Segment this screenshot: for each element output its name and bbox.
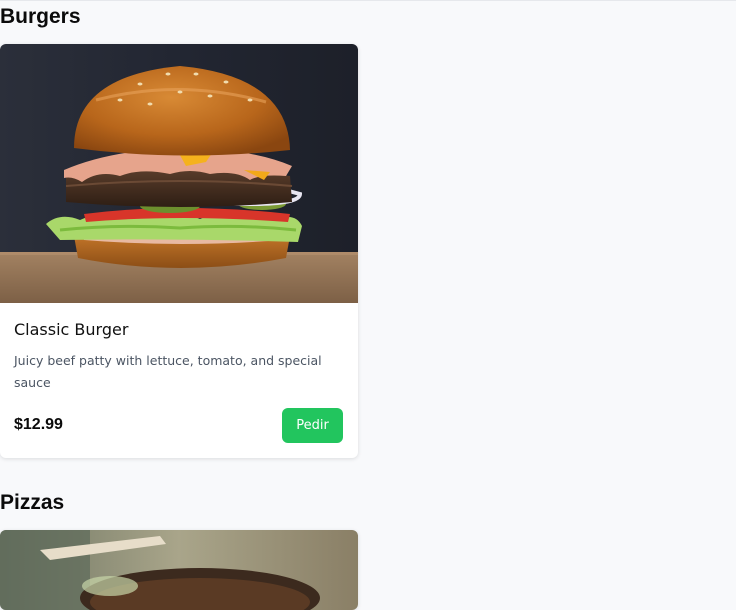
item-name: Classic Burger [14, 320, 129, 339]
top-divider [0, 0, 736, 1]
section-title-pizzas: Pizzas [0, 491, 65, 514]
section-title-burgers: Burgers [0, 5, 81, 28]
order-button[interactable]: Pedir [282, 408, 343, 443]
burger-photo [0, 44, 358, 303]
menu-card-pizza [0, 530, 358, 610]
item-price: $12.99 [14, 416, 63, 433]
menu-card-classic-burger: Classic Burger Juicy beef patty with let… [0, 44, 358, 458]
pizza-photo [0, 530, 358, 610]
item-description: Juicy beef patty with lettuce, tomato, a… [14, 353, 322, 390]
card-content: Classic Burger Juicy beef patty with let… [14, 318, 344, 394]
